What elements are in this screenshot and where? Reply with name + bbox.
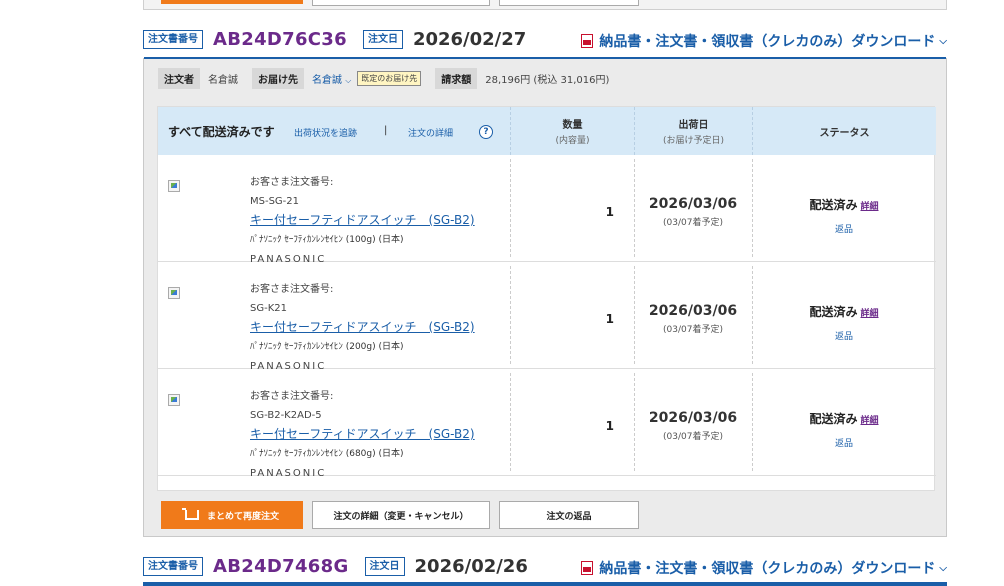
pdf-icon <box>581 561 594 575</box>
arrival-estimate: (03/07着予定) <box>663 432 723 442</box>
customer-order-no: SG-K21 <box>250 303 287 314</box>
product-link[interactable]: キー付セーフティドアスイッチ (SG-B2) <box>250 320 475 334</box>
chevron-down-icon: ⌵ <box>939 35 947 47</box>
track-shipment-link[interactable]: 出荷状況を追跡 <box>294 126 357 139</box>
order-info-row: 注文者 名倉誠 お届け先 名倉誠 ⌵ 既定のお届け先 請求額 28,196円 (… <box>158 68 623 89</box>
product-image-icon[interactable] <box>168 394 180 406</box>
order-date: 2026/02/26 <box>414 555 528 577</box>
order-date-tag: 注文日 <box>364 556 405 576</box>
items-header: すべて配送済みです 出荷状況を追跡 | 注文の詳細 ? 数量 (内容量) 出荷日… <box>158 107 936 155</box>
quantity: 1 <box>605 312 614 326</box>
pdf-icon <box>581 34 594 48</box>
order-actions: まとめて再度注文 注文の詳細（変更・キャンセル） 注文の返品 <box>161 501 648 529</box>
download-documents-link[interactable]: 納品書・注文書・領収書（クレカのみ）ダウンロード ⌵ <box>581 31 947 51</box>
return-link[interactable]: 返品 <box>752 222 936 235</box>
divider <box>144 57 946 59</box>
status-details-link[interactable]: 詳細 <box>861 202 879 212</box>
all-shipped-text: すべて配送済みです <box>168 125 275 139</box>
reorder-all-button[interactable]: まとめて再度注文 <box>161 501 303 529</box>
cart-icon <box>181 508 199 520</box>
product-spec: ﾊﾟﾅｿﾆｯｸ ｾｰﾌﾃｨｶﾝﾚﾝｾｲﾋﾝ (200g) (日本) <box>250 342 404 352</box>
ship-date-column-header: 出荷日 (お届け予定日) <box>634 107 752 155</box>
ship-to-dropdown[interactable]: 名倉誠 ⌵ <box>312 71 351 86</box>
product-spec: ﾊﾟﾅｿﾆｯｸ ｾｰﾌﾃｨｶﾝﾚﾝｾｲﾋﾝ (680g) (日本) <box>250 449 404 459</box>
table-row: お客さま注文番号: MS-SG-21 キー付セーフティドアスイッチ (SG-B2… <box>158 155 936 265</box>
status-details-link[interactable]: 詳細 <box>861 309 879 319</box>
orderer-name: 名倉誠 <box>208 75 238 86</box>
ship-date: 2026/03/06 <box>648 196 738 212</box>
order-details-link[interactable]: 注文の詳細 <box>408 126 453 139</box>
billing-label: 請求額 <box>435 68 478 89</box>
return-link[interactable]: 返品 <box>752 436 936 449</box>
download-label: 納品書・注文書・領収書（クレカのみ）ダウンロード <box>599 34 936 50</box>
ship-date: 2026/03/06 <box>648 410 738 426</box>
download-label: 納品書・注文書・領収書（クレカのみ）ダウンロード <box>599 561 936 577</box>
ship-to-label: お届け先 <box>252 68 304 89</box>
product-link[interactable]: キー付セーフティドアスイッチ (SG-B2) <box>250 213 475 227</box>
status-text: 配送済み <box>809 198 858 212</box>
previous-order-footer <box>143 0 947 10</box>
quantity: 1 <box>605 419 614 433</box>
status-text: 配送済み <box>809 305 858 319</box>
product-image-icon[interactable] <box>168 287 180 299</box>
customer-order-no-label: お客さま注文番号: <box>250 177 334 188</box>
arrival-estimate: (03/07着予定) <box>663 218 723 228</box>
customer-order-no-label: お客さま注文番号: <box>250 284 334 295</box>
product-link[interactable]: キー付セーフティドアスイッチ (SG-B2) <box>250 427 475 441</box>
customer-order-no: MS-SG-21 <box>250 196 300 207</box>
order-details-button[interactable]: 注文の詳細（変更・キャンセル） <box>312 501 490 529</box>
quantity: 1 <box>605 205 614 219</box>
order-number: AB24D7468G <box>213 555 349 577</box>
divider <box>143 582 947 586</box>
chevron-down-icon: ⌵ <box>939 562 947 574</box>
product-spec: ﾊﾟﾅｿﾆｯｸ ｾｰﾌﾃｨｶﾝﾚﾝｾｲﾋﾝ (100g) (日本) <box>250 235 404 245</box>
order-header: 注文書番号 AB24D7468G 注文日 2026/02/26 納品書・注文書・… <box>143 551 947 581</box>
customer-order-no-label: お客さま注文番号: <box>250 391 334 402</box>
ship-date: 2026/03/06 <box>648 303 738 319</box>
order-number-tag: 注文書番号 <box>143 556 203 576</box>
order-date-tag: 注文日 <box>362 29 403 49</box>
download-documents-link[interactable]: 納品書・注文書・領収書（クレカのみ）ダウンロード ⌵ <box>581 558 947 578</box>
status-text: 配送済み <box>809 412 858 426</box>
order-box: 注文者 名倉誠 お届け先 名倉誠 ⌵ 既定のお届け先 請求額 28,196円 (… <box>143 57 947 537</box>
order-header: 注文書番号 AB24D76C36 注文日 2026/02/27 納品書・注文書・… <box>143 24 947 54</box>
previous-reorder-button[interactable] <box>161 0 303 4</box>
qty-column-header: 数量 (内容量) <box>510 107 634 155</box>
help-icon[interactable]: ? <box>479 125 493 139</box>
order-number-tag: 注文書番号 <box>143 29 203 49</box>
arrival-estimate: (03/07着予定) <box>663 325 723 335</box>
order-number: AB24D76C36 <box>213 28 347 50</box>
separator: | <box>384 125 388 136</box>
return-link[interactable]: 返品 <box>752 329 936 342</box>
previous-details-button[interactable] <box>312 0 490 6</box>
previous-return-button[interactable] <box>499 0 639 6</box>
table-row: お客さま注文番号: SG-K21 キー付セーフティドアスイッチ (SG-B2) … <box>158 262 936 372</box>
table-row: お客さま注文番号: SG-B2-K2AD-5 キー付セーフティドアスイッチ (S… <box>158 369 936 479</box>
billing-amount: 28,196円 (税込 31,016円) <box>485 75 610 86</box>
orderer-label: 注文者 <box>158 68 200 89</box>
status-column-header: ステータス <box>752 107 936 155</box>
order-items-panel: すべて配送済みです 出荷状況を追跡 | 注文の詳細 ? 数量 (内容量) 出荷日… <box>157 106 936 491</box>
status-details-link[interactable]: 詳細 <box>861 416 879 426</box>
order-date: 2026/02/27 <box>412 28 527 50</box>
customer-order-no: SG-B2-K2AD-5 <box>250 410 322 421</box>
default-address-badge: 既定のお届け先 <box>357 71 422 86</box>
order-return-button[interactable]: 注文の返品 <box>499 501 639 529</box>
manufacturer: PANASONIC <box>250 468 327 479</box>
product-image-icon[interactable] <box>168 180 180 192</box>
